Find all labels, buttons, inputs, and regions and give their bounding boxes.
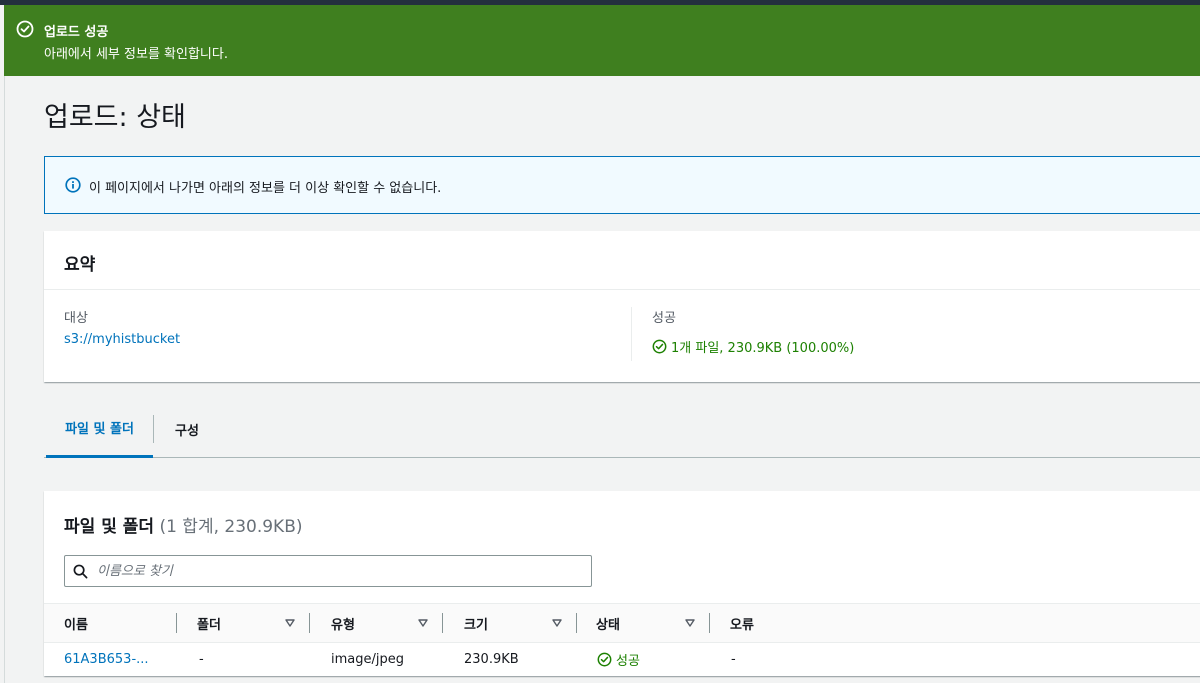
- search-input[interactable]: [97, 560, 577, 582]
- success-status: 1개 파일, 230.9KB (100.00%): [652, 337, 854, 356]
- column-header-status[interactable]: 상태: [596, 604, 620, 642]
- column-resizer[interactable]: [709, 613, 710, 633]
- summary-container: 요약 대상 s3://myhistbucket 성공 1개 파일, 230.9K…: [44, 231, 1200, 382]
- flash-message: 아래에서 세부 정보를 확인합니다.: [44, 47, 228, 62]
- tab-configuration[interactable]: 구성: [154, 400, 220, 458]
- cell-error: -: [731, 652, 736, 667]
- column-resizer[interactable]: [576, 613, 577, 633]
- info-alert-text: 이 페이지에서 나가면 아래의 정보를 더 이상 확인할 수 없습니다.: [89, 181, 442, 196]
- search-box: [64, 555, 592, 587]
- column-divider: [631, 307, 632, 361]
- sort-caret-icon[interactable]: [418, 618, 428, 628]
- cell-folder: -: [199, 652, 204, 667]
- column-header-name[interactable]: 이름: [64, 604, 88, 642]
- files-count: (1 합계, 230.9KB): [159, 517, 303, 537]
- check-circle-icon: [652, 339, 667, 354]
- files-heading-title: 파일 및 폴더: [64, 517, 155, 537]
- info-icon: [65, 177, 81, 193]
- check-circle-icon: [597, 652, 612, 667]
- info-alert: 이 페이지에서 나가면 아래의 정보를 더 이상 확인할 수 없습니다.: [44, 156, 1200, 214]
- cell-status: 성공: [597, 643, 640, 676]
- files-heading: 파일 및 폴더 (1 합계, 230.9KB): [64, 512, 303, 537]
- divider: [44, 289, 1200, 290]
- column-header-error[interactable]: 오류: [730, 604, 754, 642]
- flash-title: 업로드 성공: [44, 25, 109, 40]
- cell-size: 230.9KB: [464, 652, 519, 667]
- column-resizer[interactable]: [442, 613, 443, 633]
- column-resizer[interactable]: [176, 613, 177, 633]
- tab-list: 파일 및 폴더 구성: [44, 400, 1200, 458]
- destination-link[interactable]: s3://myhistbucket: [64, 332, 180, 347]
- success-flashbar: 업로드 성공 아래에서 세부 정보를 확인합니다.: [4, 5, 1200, 76]
- column-header-folder[interactable]: 폴더: [197, 604, 221, 642]
- column-resizer[interactable]: [309, 613, 310, 633]
- files-container: 파일 및 폴더 (1 합계, 230.9KB) 이름 폴더 유형 크기 상태 오…: [44, 491, 1200, 676]
- column-header-size[interactable]: 크기: [464, 604, 488, 642]
- check-circle-icon: [16, 20, 34, 38]
- file-name-link[interactable]: 61A3B653-...: [64, 643, 149, 676]
- destination-label: 대상: [64, 311, 88, 326]
- success-value: 1개 파일, 230.9KB (100.00%): [671, 341, 855, 356]
- sort-caret-icon[interactable]: [285, 618, 295, 628]
- summary-heading: 요약: [64, 255, 96, 275]
- cell-type: image/jpeg: [331, 652, 404, 667]
- status-text: 성공: [616, 654, 640, 669]
- success-label: 성공: [652, 311, 676, 326]
- table-row: 61A3B653-... - image/jpeg 230.9KB 성공 -: [44, 643, 1200, 676]
- content-left-border: [4, 76, 5, 683]
- sort-caret-icon[interactable]: [685, 618, 695, 628]
- tab-files-and-folders[interactable]: 파일 및 폴더: [46, 400, 153, 458]
- column-header-type[interactable]: 유형: [331, 604, 355, 642]
- sort-caret-icon[interactable]: [552, 618, 562, 628]
- page-title: 업로드: 상태: [44, 102, 186, 133]
- table-header: 이름 폴더 유형 크기 상태 오류: [44, 603, 1200, 643]
- search-icon: [73, 564, 88, 579]
